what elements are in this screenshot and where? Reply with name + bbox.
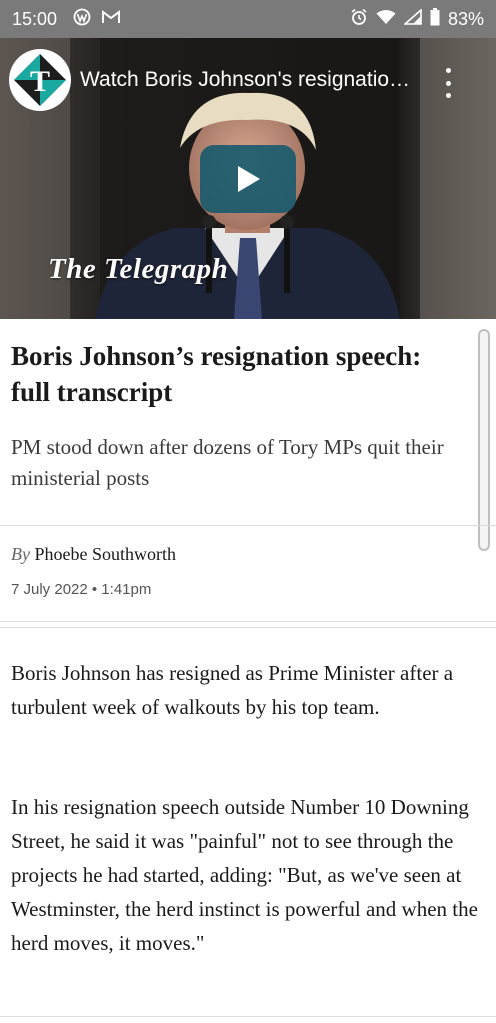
telegraph-logo-icon[interactable]: T (8, 48, 72, 112)
publish-date: 7 July 2022 • 1:41pm (11, 581, 152, 598)
battery-icon (430, 7, 440, 31)
notification-icons (73, 8, 121, 31)
video-player[interactable]: T Watch Boris Johnson's resignation spee… (0, 38, 496, 319)
status-time: 15:00 (12, 8, 58, 29)
body-paragraph: In his resignation speech outside Number… (11, 795, 478, 955)
play-icon (238, 166, 260, 192)
body-paragraph: Boris Johnson has resigned as Prime Mini… (11, 661, 454, 719)
kebab-dot (445, 80, 451, 86)
wifi-icon (376, 9, 396, 30)
gmail-icon (101, 9, 121, 30)
battery-percentage: 83% (447, 8, 484, 29)
video-title[interactable]: Watch Boris Johnson's resignation speech (80, 68, 420, 92)
byline: By Phoebe Southworth (11, 544, 176, 565)
system-indicators: 83% (350, 7, 484, 31)
footer-divider (0, 1016, 496, 1017)
status-bar: 15:00 83% (0, 0, 496, 38)
scrollbar-thumb[interactable] (478, 329, 490, 551)
svg-text:T: T (30, 65, 50, 98)
article-standfirst: PM stood down after dozens of Tory MPs q… (11, 435, 444, 490)
alarm-icon (350, 8, 368, 31)
article-headline: Boris Johnson’s resignation speech: full… (11, 341, 422, 407)
kebab-dot (445, 68, 451, 73)
body-divider (0, 627, 496, 628)
wordpress-icon (73, 8, 91, 31)
kebab-dot (445, 93, 451, 98)
header-divider (0, 525, 496, 526)
byline-divider (0, 621, 496, 622)
video-brand-watermark: The Telegraph (48, 253, 229, 285)
more-options-icon[interactable] (437, 66, 459, 100)
signal-icon (402, 7, 422, 30)
author-link[interactable]: Phoebe Southworth (34, 544, 176, 564)
play-button[interactable] (200, 145, 296, 213)
byline-prefix: By (11, 544, 30, 564)
